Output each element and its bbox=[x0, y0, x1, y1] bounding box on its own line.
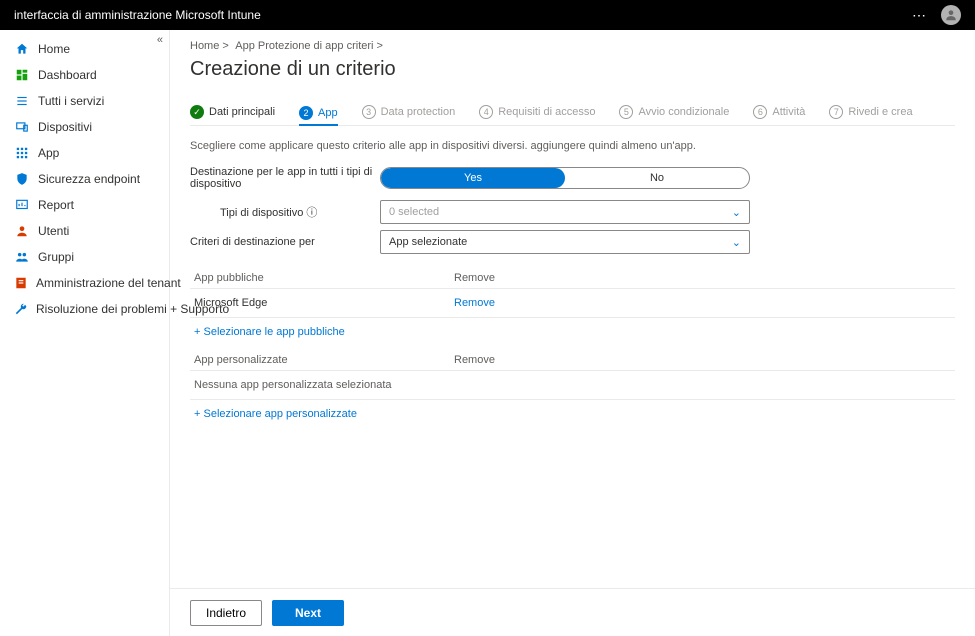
step-7[interactable]: 7 Rivedi e crea bbox=[829, 105, 912, 119]
step-3[interactable]: 3 Data protection bbox=[362, 105, 456, 119]
grid-icon bbox=[14, 145, 30, 161]
sidebar-item-label: App bbox=[38, 146, 59, 160]
shield-icon bbox=[14, 171, 30, 187]
sidebar-item-label: Amministrazione del tenant bbox=[36, 276, 181, 290]
step-circle: 6 bbox=[753, 105, 767, 119]
table-row: Microsoft EdgeRemove bbox=[190, 289, 955, 318]
device-types-value: 0 selected bbox=[389, 206, 439, 218]
step-5[interactable]: 5 Avvio condizionale bbox=[619, 105, 729, 119]
breadcrumb: Home > App Protezione di app criteri > bbox=[190, 40, 955, 52]
step-label: Attività bbox=[772, 106, 805, 118]
custom-apps-header: App personalizzate Remove bbox=[190, 346, 955, 371]
wrench-icon bbox=[14, 301, 28, 317]
sidebar-item-shield[interactable]: Sicurezza endpoint bbox=[0, 166, 169, 192]
step-label: App bbox=[318, 107, 338, 119]
step-4[interactable]: 4 Requisiti di accesso bbox=[479, 105, 595, 119]
sidebar-item-label: Home bbox=[38, 42, 70, 56]
main-content: Home > App Protezione di app criteri > C… bbox=[170, 30, 975, 636]
sidebar-item-dashboard[interactable]: Dashboard bbox=[0, 62, 169, 88]
next-button[interactable]: Next bbox=[272, 600, 344, 626]
sidebar-item-label: Sicurezza endpoint bbox=[38, 172, 140, 186]
app-title: interfaccia di amministrazione Microsoft… bbox=[14, 8, 261, 22]
sidebar-item-group[interactable]: Gruppi bbox=[0, 244, 169, 270]
avatar[interactable] bbox=[941, 5, 961, 25]
sidebar-item-home[interactable]: Home bbox=[0, 36, 169, 62]
step-2[interactable]: 2 App bbox=[299, 106, 338, 126]
step-label: Requisiti di accesso bbox=[498, 106, 595, 118]
sidebar-item-devices[interactable]: Dispositivi bbox=[0, 114, 169, 140]
sidebar-item-report[interactable]: Report bbox=[0, 192, 169, 218]
step-label: Avvio condizionale bbox=[638, 106, 729, 118]
add-custom-apps-link[interactable]: Selezionare app personalizzate bbox=[190, 400, 955, 428]
chevron-down-icon: ⌄ bbox=[732, 236, 741, 249]
top-bar: interfaccia di amministrazione Microsoft… bbox=[0, 0, 975, 30]
wizard-stepper: ✓ Dati principali 2 App 3 Data protection 4 Req… bbox=[190, 105, 955, 126]
target-to-label: Criteri di destinazione per bbox=[190, 236, 380, 248]
sidebar-item-label: Risoluzione dei problemi + Supporto bbox=[36, 302, 229, 316]
step-label: Dati principali bbox=[209, 106, 275, 118]
target-all-toggle[interactable]: Yes No bbox=[380, 167, 750, 189]
sidebar-item-user[interactable]: Utenti bbox=[0, 218, 169, 244]
sidebar: « Home Dashboard Tutti i servizi Dispositiv… bbox=[0, 30, 170, 636]
remove-link[interactable]: Remove bbox=[454, 297, 951, 309]
admin-icon bbox=[14, 275, 28, 291]
target-to-value: App selezionate bbox=[389, 236, 467, 248]
add-public-apps-link[interactable]: Selezionare le app pubbliche bbox=[190, 318, 955, 346]
group-icon bbox=[14, 249, 30, 265]
breadcrumb-item[interactable]: Home > bbox=[190, 40, 229, 52]
toggle-yes[interactable]: Yes bbox=[381, 168, 565, 188]
chevron-down-icon: ⌄ bbox=[732, 206, 741, 219]
target-all-label: Destinazione per le app in tutti i tipi … bbox=[190, 166, 380, 190]
back-button[interactable]: Indietro bbox=[190, 600, 262, 626]
page-title: Creazione di un criterio bbox=[190, 58, 955, 81]
step-circle: 3 bbox=[362, 105, 376, 119]
sidebar-item-label: Tutti i servizi bbox=[38, 94, 104, 108]
step-6[interactable]: 6 Attività bbox=[753, 105, 805, 119]
breadcrumb-item[interactable]: App Protezione di app criteri > bbox=[235, 40, 383, 52]
dashboard-icon bbox=[14, 67, 30, 83]
step-circle: ✓ bbox=[190, 105, 204, 119]
sidebar-item-label: Dashboard bbox=[38, 68, 97, 82]
step-circle: 7 bbox=[829, 105, 843, 119]
sidebar-item-grid[interactable]: App bbox=[0, 140, 169, 166]
more-icon[interactable]: ⋯ bbox=[912, 7, 927, 24]
sidebar-item-admin[interactable]: Amministrazione del tenant bbox=[0, 270, 169, 296]
sidebar-collapse-icon[interactable]: « bbox=[157, 34, 163, 46]
user-icon bbox=[14, 223, 30, 239]
public-apps-header: App pubbliche Remove bbox=[190, 264, 955, 289]
device-types-label: Tipi di dispositivo ⓘ bbox=[220, 204, 380, 220]
app-name: Microsoft Edge bbox=[194, 297, 454, 309]
wizard-footer: Indietro Next bbox=[170, 588, 975, 636]
sidebar-item-label: Report bbox=[38, 198, 74, 212]
helper-text: Scegliere come applicare questo criterio… bbox=[190, 140, 955, 152]
list-icon bbox=[14, 93, 30, 109]
step-1[interactable]: ✓ Dati principali bbox=[190, 105, 275, 119]
device-types-select[interactable]: 0 selected ⌄ bbox=[380, 200, 750, 224]
step-circle: 2 bbox=[299, 106, 313, 120]
devices-icon bbox=[14, 119, 30, 135]
step-circle: 5 bbox=[619, 105, 633, 119]
target-to-select[interactable]: App selezionate ⌄ bbox=[380, 230, 750, 254]
toggle-no[interactable]: No bbox=[565, 168, 749, 188]
sidebar-item-label: Dispositivi bbox=[38, 120, 92, 134]
custom-apps-empty: Nessuna app personalizzata selezionata bbox=[190, 371, 955, 400]
step-label: Rivedi e crea bbox=[848, 106, 912, 118]
report-icon bbox=[14, 197, 30, 213]
sidebar-item-list[interactable]: Tutti i servizi bbox=[0, 88, 169, 114]
sidebar-item-label: Utenti bbox=[38, 224, 69, 238]
sidebar-item-label: Gruppi bbox=[38, 250, 74, 264]
home-icon bbox=[14, 41, 30, 57]
sidebar-item-wrench[interactable]: Risoluzione dei problemi + Supporto bbox=[0, 296, 169, 322]
step-circle: 4 bbox=[479, 105, 493, 119]
step-label: Data protection bbox=[381, 106, 456, 118]
